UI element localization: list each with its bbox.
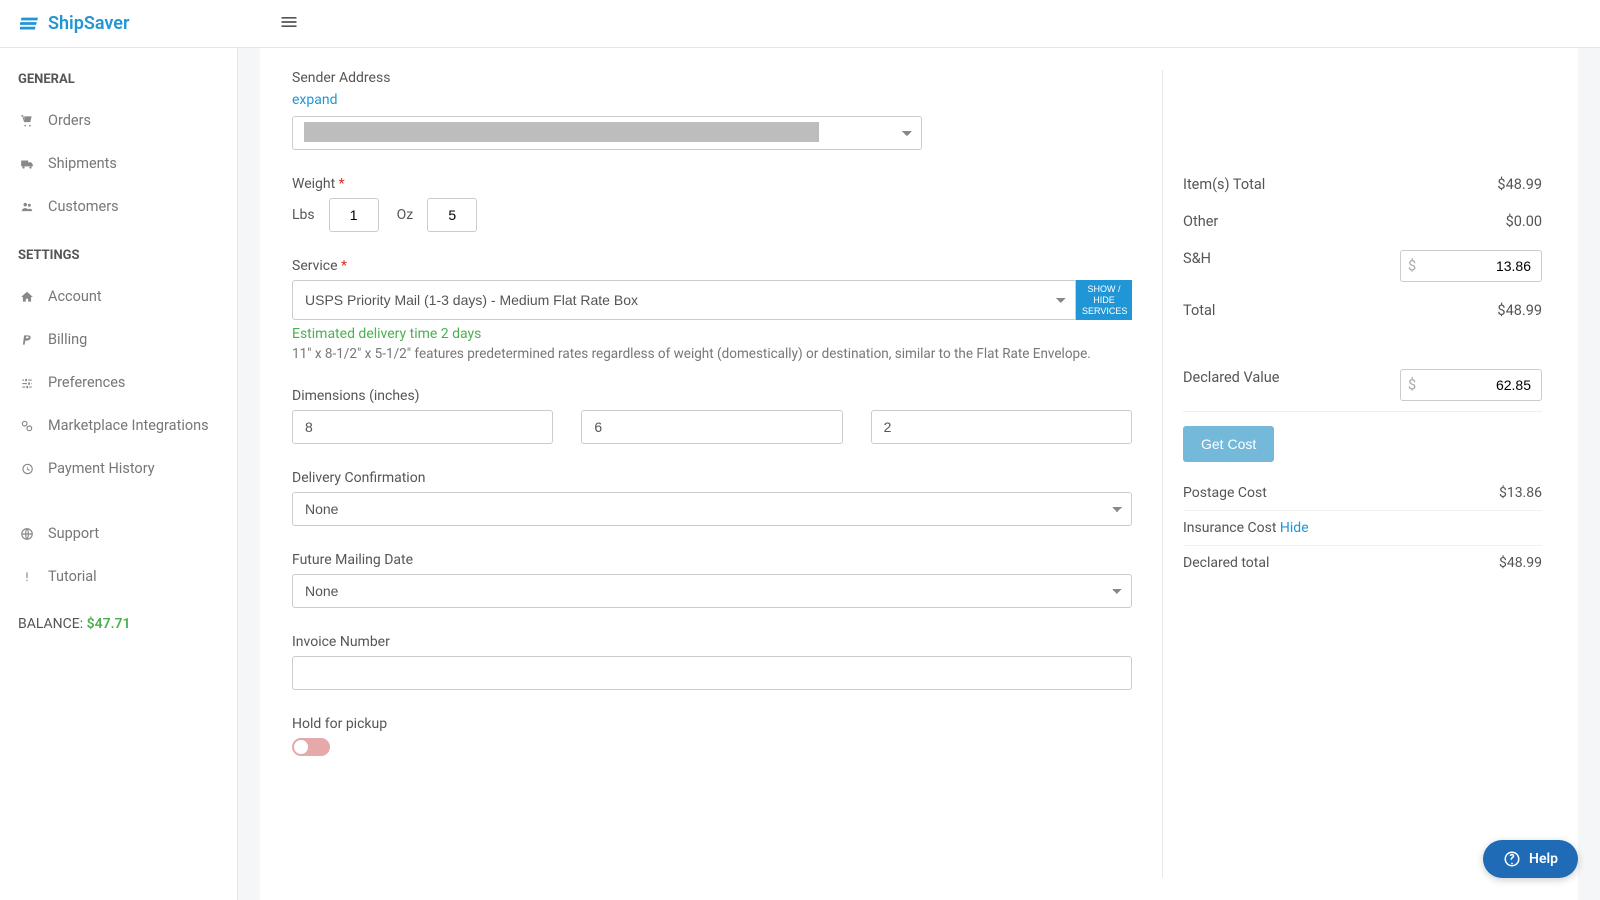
delivery-confirmation-label: Delivery Confirmation [292, 470, 1132, 486]
balance-amount: $47.71 [87, 616, 131, 632]
paypal-icon [18, 333, 36, 347]
exclamation-icon [18, 570, 36, 584]
nav-label: Tutorial [48, 568, 97, 585]
globe-icon [18, 527, 36, 541]
other-label: Other [1183, 213, 1218, 230]
other-value: $0.00 [1506, 213, 1542, 230]
get-cost-button[interactable]: Get Cost [1183, 426, 1274, 462]
future-mailing-label: Future Mailing Date [292, 552, 1132, 568]
items-total-value: $48.99 [1497, 176, 1542, 193]
service-label: Service * [292, 258, 1132, 274]
invoice-input[interactable] [292, 656, 1132, 690]
service-select[interactable]: USPS Priority Mail (1-3 days) - Medium F… [292, 280, 1076, 320]
postage-cost-label: Postage Cost [1183, 485, 1267, 501]
dim-height-input[interactable] [871, 410, 1132, 444]
nav-marketplace[interactable]: Marketplace Integrations [0, 404, 237, 447]
show-hide-services-button[interactable]: SHOW / HIDE SERVICES [1076, 280, 1132, 320]
lbs-input[interactable] [329, 198, 379, 232]
items-total-label: Item(s) Total [1183, 176, 1265, 193]
hide-link[interactable]: Hide [1280, 520, 1309, 536]
section-general: GENERAL [0, 66, 237, 99]
dim-length-input[interactable] [292, 410, 553, 444]
nav-account[interactable]: Account [0, 275, 237, 318]
lbs-label: Lbs [292, 207, 315, 223]
insurance-cost-label: Insurance Cost Hide [1183, 520, 1309, 536]
nav-label: Marketplace Integrations [48, 417, 209, 434]
declared-total-label: Declared total [1183, 555, 1269, 571]
expand-link[interactable]: expand [292, 92, 337, 108]
nav-label: Account [48, 288, 102, 305]
nav-label: Orders [48, 112, 91, 129]
delivery-confirmation-select[interactable]: None [292, 492, 1132, 526]
nav-orders[interactable]: Orders [0, 99, 237, 142]
nav-label: Shipments [48, 155, 117, 172]
invoice-label: Invoice Number [292, 634, 1132, 650]
help-button[interactable]: Help [1483, 840, 1578, 878]
total-value: $48.99 [1497, 302, 1542, 319]
declared-value-label: Declared Value [1183, 369, 1279, 401]
dollar-icon: $ [1408, 258, 1416, 275]
truck-icon [18, 157, 36, 171]
nav-support[interactable]: Support [0, 512, 237, 555]
nav-label: Preferences [48, 374, 125, 391]
redacted-address [304, 122, 819, 142]
oz-input[interactable] [427, 198, 477, 232]
hamburger-icon [279, 12, 299, 32]
weight-label: Weight * [292, 176, 1132, 192]
nav-payment-history[interactable]: Payment History [0, 447, 237, 490]
declared-total-value: $48.99 [1499, 555, 1542, 571]
nav-tutorial[interactable]: Tutorial [0, 555, 237, 598]
brand-logo[interactable]: ShipSaver [20, 13, 129, 35]
dollar-icon: $ [1408, 377, 1416, 394]
logo-icon [20, 13, 42, 35]
help-label: Help [1529, 851, 1558, 867]
sliders-icon [18, 376, 36, 390]
nav-preferences[interactable]: Preferences [0, 361, 237, 404]
cogs-icon [18, 419, 36, 433]
sh-input[interactable] [1400, 250, 1542, 282]
nav-billing[interactable]: Billing [0, 318, 237, 361]
nav-label: Billing [48, 331, 87, 348]
nav-label: Payment History [48, 460, 155, 477]
home-icon [18, 290, 36, 304]
balance-label: BALANCE: [18, 616, 87, 632]
hold-pickup-label: Hold for pickup [292, 716, 1132, 732]
dimensions-label: Dimensions (inches) [292, 388, 1132, 404]
history-icon [18, 462, 36, 476]
oz-label: Oz [397, 207, 414, 223]
sh-label: S&H [1183, 250, 1211, 282]
delivery-estimate: Estimated delivery time 2 days [292, 326, 1132, 342]
service-description: 11" x 8-1/2" x 5-1/2" features predeterm… [292, 346, 1132, 362]
postage-cost-value: $13.86 [1499, 485, 1542, 501]
help-icon [1503, 850, 1521, 868]
users-icon [18, 200, 36, 214]
dim-width-input[interactable] [581, 410, 842, 444]
menu-toggle[interactable] [279, 12, 299, 36]
hold-pickup-toggle[interactable] [292, 738, 330, 756]
nav-shipments[interactable]: Shipments [0, 142, 237, 185]
total-label: Total [1183, 302, 1215, 319]
sidebar: GENERAL Orders Shipments Customers SETTI… [0, 48, 238, 900]
cart-icon [18, 114, 36, 128]
nav-label: Customers [48, 198, 119, 215]
future-mailing-select[interactable]: None [292, 574, 1132, 608]
section-settings: SETTINGS [0, 242, 237, 275]
balance-display: BALANCE: $47.71 [0, 598, 237, 650]
nav-label: Support [48, 525, 99, 542]
sender-address-label: Sender Address [292, 70, 1132, 86]
brand-name: ShipSaver [48, 13, 129, 34]
declared-value-input[interactable] [1400, 369, 1542, 401]
nav-customers[interactable]: Customers [0, 185, 237, 228]
